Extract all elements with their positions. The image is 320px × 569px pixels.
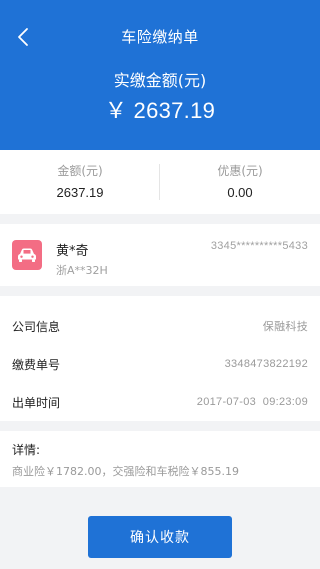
- company-value: 保融科技: [262, 321, 308, 333]
- confirm-payment-button[interactable]: 确认收款: [88, 516, 232, 558]
- owner-name: 黄*奇: [56, 244, 89, 259]
- issue-time-row: 出单时间 2017-07-03 09:23:09: [12, 382, 308, 422]
- company-row: 公司信息 保融科技: [12, 306, 308, 346]
- company-label: 公司信息: [12, 319, 61, 334]
- discount-column: 优惠(元) 0.00: [160, 162, 320, 200]
- detail-label: 详情:: [12, 443, 41, 457]
- discount-value: 0.00: [227, 185, 253, 200]
- amount-value: 2637.19: [56, 185, 104, 200]
- bill-number-row: 缴费单号 3348473822192: [12, 344, 308, 384]
- header: 车险缴纳单 实缴金额(元) ￥ 2637.19: [0, 0, 320, 150]
- car-icon: [12, 240, 42, 270]
- policy-number: 3345**********5433: [210, 240, 308, 252]
- amount-column: 金额(元) 2637.19: [0, 162, 160, 200]
- issue-time-label: 出单时间: [12, 395, 61, 410]
- paid-amount-label: 实缴金额(元): [113, 71, 207, 90]
- discount-label: 优惠(元): [217, 164, 263, 178]
- detail-section: 详情: 商业险￥1782.00，交强险和车税险￥855.19: [0, 431, 320, 487]
- vehicle-card: 黄*奇 浙A**32H 3345**********5433: [0, 224, 320, 286]
- detail-text: 商业险￥1782.00，交强险和车税险￥855.19: [12, 465, 239, 478]
- page-title: 车险缴纳单: [121, 28, 199, 46]
- bill-number-label: 缴费单号: [12, 357, 61, 372]
- bill-number-value: 3348473822192: [224, 358, 308, 370]
- issue-time-value: 2017-07-03 09:23:09: [196, 396, 308, 408]
- amount-summary: 金额(元) 2637.19 优惠(元) 0.00: [0, 150, 320, 214]
- amount-label: 金额(元): [57, 164, 103, 178]
- order-info: 公司信息 保融科技 缴费单号 3348473822192 出单时间 2017-0…: [0, 296, 320, 421]
- paid-amount-value: ￥ 2637.19: [104, 98, 216, 123]
- license-plate: 浙A**32H: [56, 264, 108, 277]
